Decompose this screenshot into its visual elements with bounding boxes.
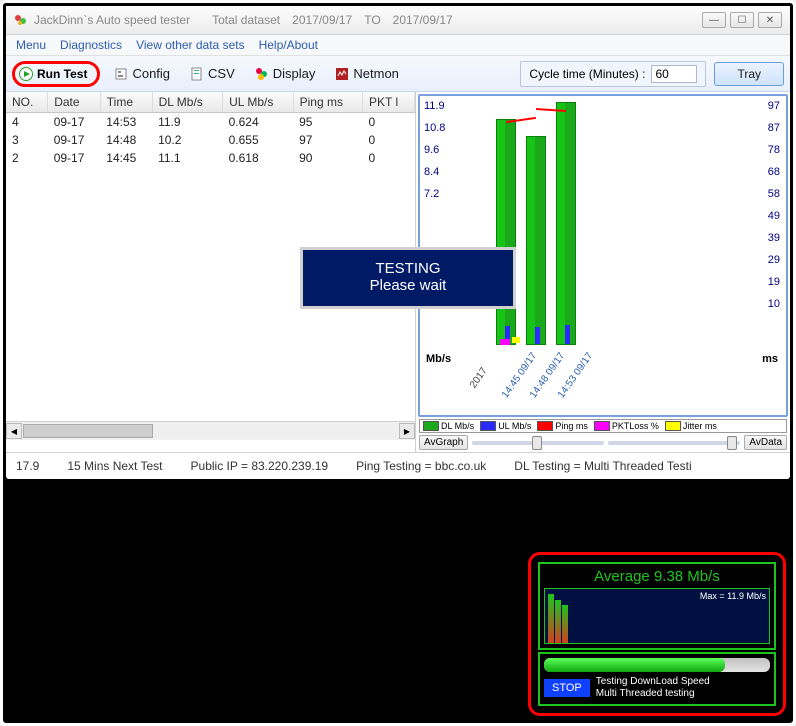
y-axis-right: 97877868584939291910: [768, 100, 780, 320]
col-dl[interactable]: DL Mb/s: [152, 92, 223, 113]
netmon-button[interactable]: Netmon: [329, 64, 405, 83]
col-pkt[interactable]: PKT l: [363, 92, 415, 113]
csv-icon: [190, 67, 204, 81]
close-button[interactable]: ✕: [758, 12, 782, 28]
year-label: 2017: [468, 366, 490, 391]
date-to-word: TO: [364, 13, 380, 27]
status-next-test: 15 Mins Next Test: [67, 459, 162, 473]
dataset-label: Total dataset: [212, 13, 280, 27]
avgraph-button[interactable]: AvGraph: [419, 435, 468, 450]
left-axis-label: Mb/s: [426, 353, 451, 365]
scroll-right-icon[interactable]: ▶: [399, 423, 415, 439]
table-hscroll[interactable]: ◀ ▶: [6, 422, 415, 440]
run-test-label: Run Test: [37, 67, 87, 81]
gauge-title: Average 9.38 Mb/s: [544, 568, 770, 585]
table-row[interactable]: 209-1714:4511.10.618900: [6, 149, 415, 167]
gauge-graph: Max = 11.9 Mb/s: [544, 588, 770, 644]
scroll-thumb[interactable]: [23, 424, 153, 438]
col-date[interactable]: Date: [48, 92, 101, 113]
csv-button[interactable]: CSV: [184, 64, 241, 83]
avdata-button[interactable]: AvData: [744, 435, 787, 450]
table-row[interactable]: 309-1714:4810.20.655970: [6, 131, 415, 149]
col-no[interactable]: NO.: [6, 92, 48, 113]
display-icon: [255, 67, 269, 81]
col-ping[interactable]: Ping ms: [293, 92, 362, 113]
status-ping-target: Ping Testing = bbc.co.uk: [356, 459, 486, 473]
cycle-input[interactable]: [651, 65, 697, 83]
play-icon: [19, 67, 33, 81]
netmon-icon: [335, 67, 349, 81]
menu-view-datasets[interactable]: View other data sets: [136, 38, 245, 52]
gauge-popup: Average 9.38 Mb/s Max = 11.9 Mb/s STOP T…: [528, 552, 786, 716]
menubar: Menu Diagnostics View other data sets He…: [6, 35, 790, 56]
col-ul[interactable]: UL Mb/s: [223, 92, 294, 113]
toolbar: Run Test Config CSV Display Netmon Cycle…: [6, 56, 790, 92]
date-to: 2017/09/17: [393, 13, 453, 27]
col-time[interactable]: Time: [100, 92, 152, 113]
gauge-status: Testing DownLoad Speed Multi Threaded te…: [596, 676, 710, 700]
chart-legend: DL Mb/s UL Mb/s Ping ms PKTLoss % Jitter…: [419, 419, 787, 433]
date-from: 2017/09/17: [292, 13, 352, 27]
titlebar: JackDinn`s Auto speed tester Total datas…: [6, 6, 790, 35]
app-icon: [14, 13, 28, 27]
status-dl-mode: DL Testing = Multi Threaded Testi: [514, 459, 691, 473]
display-button[interactable]: Display: [249, 64, 322, 83]
cycle-time-group: Cycle time (Minutes) :: [520, 61, 706, 87]
menu-help-about[interactable]: Help/About: [259, 38, 318, 52]
tray-button[interactable]: Tray: [714, 62, 784, 86]
right-axis-label: ms: [762, 353, 778, 365]
config-icon: [114, 67, 128, 81]
status-bar: 17.9 15 Mins Next Test Public IP = 83.22…: [6, 452, 790, 479]
cycle-label: Cycle time (Minutes) :: [529, 67, 645, 81]
table-row[interactable]: 409-1714:5311.90.624950: [6, 113, 415, 132]
scroll-left-icon[interactable]: ◀: [6, 423, 22, 439]
maximize-button[interactable]: ☐: [730, 12, 754, 28]
testing-overlay: TESTING Please wait: [300, 247, 516, 309]
minimize-button[interactable]: —: [702, 12, 726, 28]
menu-menu[interactable]: Menu: [16, 38, 46, 52]
config-button[interactable]: Config: [108, 64, 176, 83]
gauge-max: Max = 11.9 Mb/s: [700, 591, 766, 601]
app-title: JackDinn`s Auto speed tester: [34, 13, 190, 27]
status-public-ip: Public IP = 83.220.239.19: [191, 459, 329, 473]
gauge-progress: [544, 658, 770, 672]
status-val1: 17.9: [16, 459, 39, 473]
results-table: NO. Date Time DL Mb/s UL Mb/s Ping ms PK…: [6, 92, 415, 167]
chart-slider-left[interactable]: [472, 441, 604, 445]
menu-diagnostics[interactable]: Diagnostics: [60, 38, 122, 52]
run-test-button[interactable]: Run Test: [12, 61, 100, 87]
chart-slider-right[interactable]: [608, 441, 740, 445]
stop-button[interactable]: STOP: [544, 679, 590, 697]
